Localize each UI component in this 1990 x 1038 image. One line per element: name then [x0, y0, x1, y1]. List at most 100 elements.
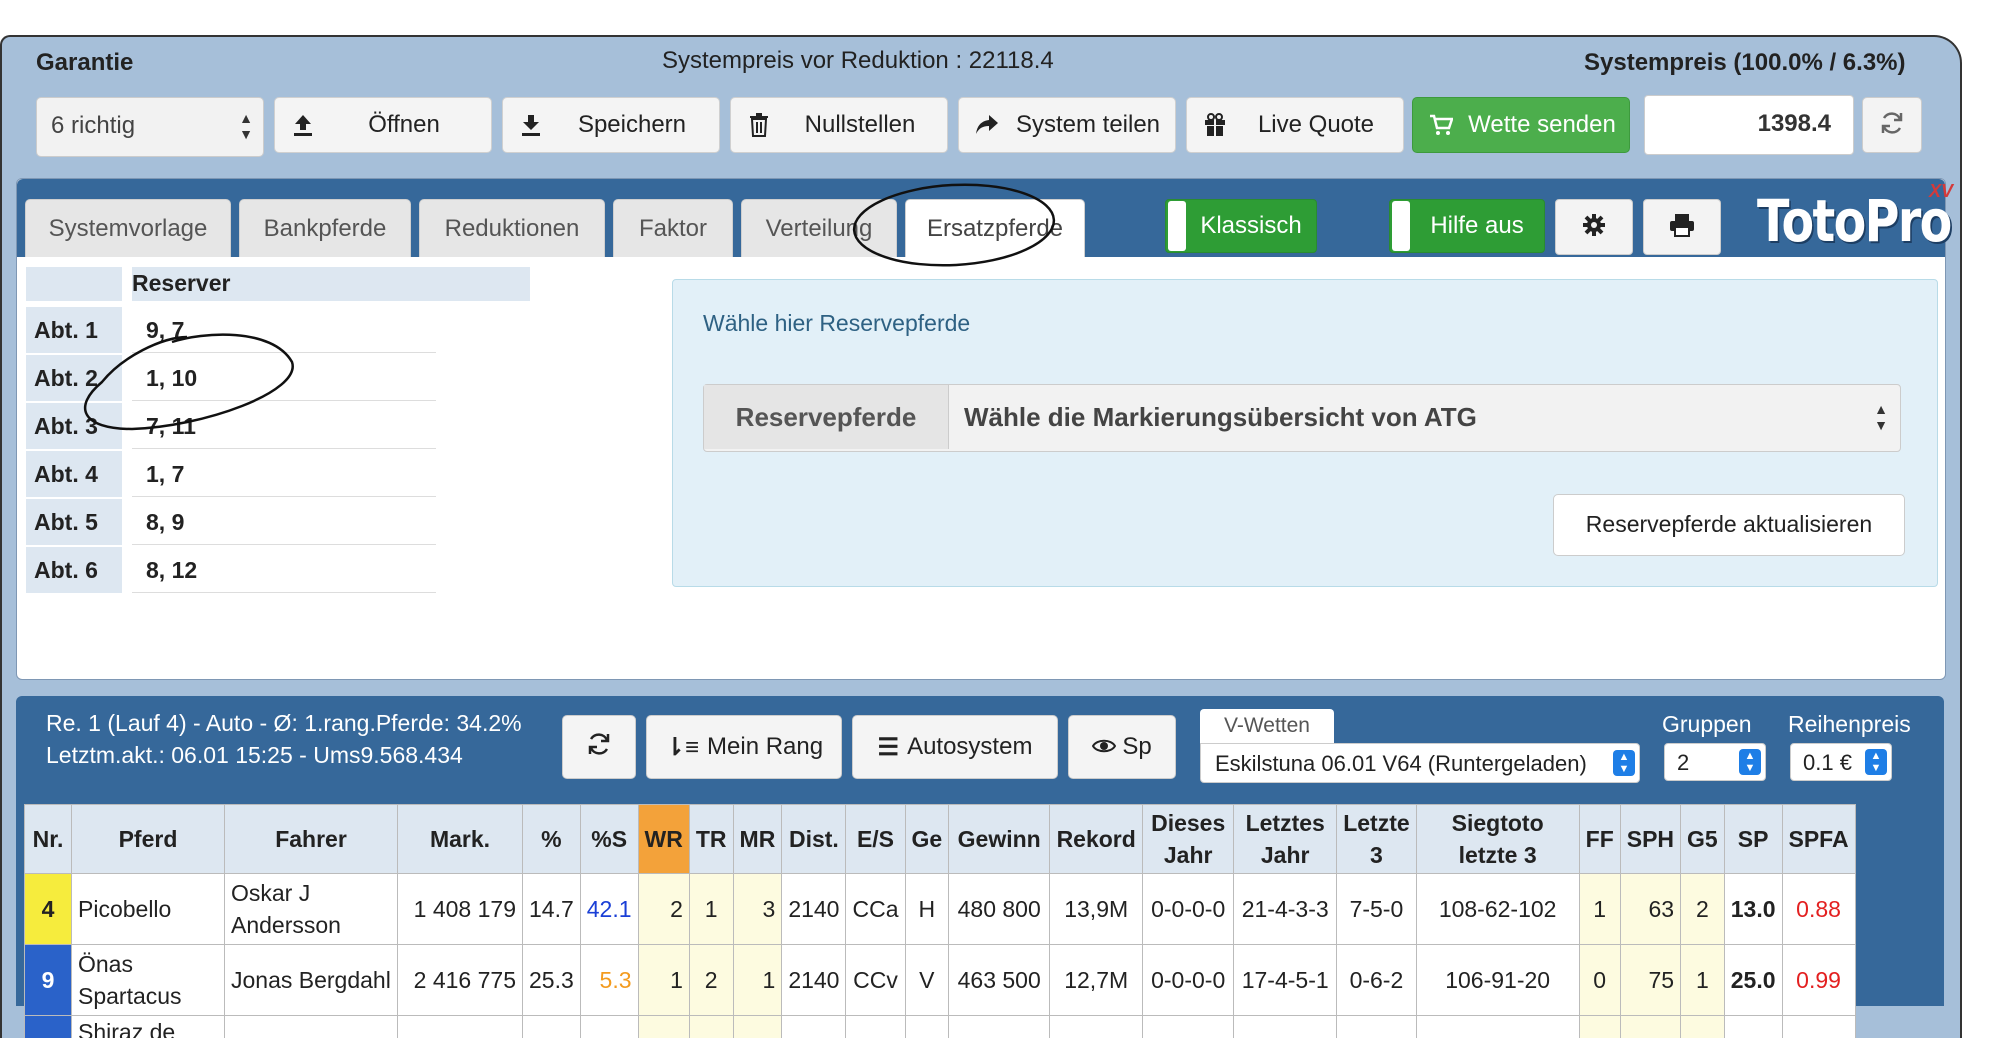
col-header[interactable]: SPH: [1620, 805, 1680, 874]
col-header[interactable]: MR: [733, 805, 782, 874]
driver-name: [225, 1016, 398, 1038]
cell-sph: 63: [1620, 874, 1680, 945]
col-header[interactable]: Gewinn: [949, 805, 1050, 874]
col-header[interactable]: Dist.: [782, 805, 846, 874]
sp-button[interactable]: Sp: [1068, 715, 1176, 779]
driver-name: Oskar J Andersson: [225, 874, 398, 945]
cell-es: CCv: [846, 945, 905, 1016]
cell-tr: 2: [689, 945, 733, 1016]
cell-mr: [733, 1016, 782, 1038]
cell-pcts: [580, 1016, 638, 1038]
cell-g5: [1681, 1016, 1725, 1038]
col-header[interactable]: SP: [1724, 805, 1782, 874]
cell-dieses-jahr: 0-0-0-0: [1143, 945, 1234, 1016]
cell-ge: [905, 1016, 949, 1038]
horse-number: 7: [25, 1016, 72, 1038]
col-header[interactable]: Pferd: [72, 805, 225, 874]
cell-g5: 2: [1681, 874, 1725, 945]
cell-letztes-jahr: [1234, 1016, 1337, 1038]
ersatzpferde-circle: [852, 180, 1056, 270]
cell-dieses-jahr: [1143, 1016, 1234, 1038]
cell-dist: [782, 1016, 846, 1038]
col-header[interactable]: FF: [1579, 805, 1620, 874]
cell-sp: 13.0: [1724, 874, 1782, 945]
cell-spfa: 0.88: [1782, 874, 1855, 945]
cell-mark: 1 408 179: [398, 874, 523, 945]
cell-letzte-3: 7-5-0: [1337, 874, 1416, 945]
col-header[interactable]: Ge: [905, 805, 949, 874]
autosystem-button[interactable]: ☰ Autosystem: [852, 715, 1058, 779]
col-header[interactable]: E/S: [846, 805, 905, 874]
gruppen-value: 2: [1677, 750, 1689, 776]
col-header[interactable]: %S: [580, 805, 638, 874]
vwetten-tab[interactable]: V-Wetten: [1200, 709, 1334, 743]
horse-table: Nr. Pferd Fahrer Mark. % %S WR TR MR Dis…: [24, 804, 1856, 1038]
cell-ff: [1579, 1016, 1620, 1038]
cell-wr: 2: [638, 874, 689, 945]
cell-dist: 2140: [782, 945, 846, 1016]
cell-rekord: 13,9M: [1050, 874, 1143, 945]
cell-ff: 1: [1579, 874, 1620, 945]
reserve-circle: [85, 335, 293, 429]
sort-rank-icon: ⇂≡: [665, 733, 699, 762]
col-header[interactable]: Fahrer: [225, 805, 398, 874]
cell-ge: H: [905, 874, 949, 945]
race-refresh-button[interactable]: [562, 715, 636, 779]
col-header[interactable]: TR: [689, 805, 733, 874]
col-header[interactable]: %: [523, 805, 581, 874]
cell-siegtoto: [1416, 1016, 1579, 1038]
cell-dieses-jahr: 0-0-0-0: [1143, 874, 1234, 945]
cell-pct: 25.3: [523, 945, 581, 1016]
col-header[interactable]: SPFA: [1782, 805, 1855, 874]
cell-ge: V: [905, 945, 949, 1016]
cell-mr: 3: [733, 874, 782, 945]
gruppen-label: Gruppen: [1662, 711, 1752, 738]
cell-sp: 25.0: [1724, 945, 1782, 1016]
select-arrows-icon: ▲▼: [1739, 749, 1761, 775]
cell-mark: 2 416 775: [398, 945, 523, 1016]
cell-siegtoto: 106-91-20: [1416, 945, 1579, 1016]
table-header-row: Nr. Pferd Fahrer Mark. % %S WR TR MR Dis…: [25, 805, 1856, 874]
cell-siegtoto: 108-62-102: [1416, 874, 1579, 945]
cell-pct: [523, 1016, 581, 1038]
cell-gewinn: 463 500: [949, 945, 1050, 1016]
cell-tr: [689, 1016, 733, 1038]
col-header[interactable]: Letzte 3: [1337, 805, 1416, 874]
table-row[interactable]: 9 Önas Spartacus Jonas Bergdahl 2 416 77…: [25, 945, 1856, 1016]
cell-pcts: 5.3: [580, 945, 638, 1016]
cell-letzte-3: [1337, 1016, 1416, 1038]
gruppen-select[interactable]: 2 ▲▼: [1664, 743, 1766, 781]
autosystem-label: Autosystem: [907, 733, 1032, 761]
col-header[interactable]: Dieses Jahr: [1143, 805, 1234, 874]
table-row[interactable]: 4 Picobello Oskar J Andersson 1 408 179 …: [25, 874, 1856, 945]
race-info-line1: Re. 1 (Lauf 4) - Auto - Ø: 1.rang.Pferde…: [46, 710, 522, 737]
select-arrows-icon: ▲▼: [1865, 749, 1887, 775]
vwetten-select[interactable]: Eskilstuna 06.01 V64 (Runtergeladen) ▲▼: [1200, 743, 1640, 783]
col-header[interactable]: Rekord: [1050, 805, 1143, 874]
reihenpreis-label: Reihenpreis: [1788, 711, 1911, 738]
cell-dist: 2140: [782, 874, 846, 945]
cell-es: [846, 1016, 905, 1038]
col-header[interactable]: G5: [1681, 805, 1725, 874]
cell-gewinn: 480 800: [949, 874, 1050, 945]
col-header[interactable]: Siegtoto letzte 3: [1416, 805, 1579, 874]
col-header[interactable]: WR: [638, 805, 689, 874]
cell-mark: [398, 1016, 523, 1038]
cell-pcts: 42.1: [580, 874, 638, 945]
col-header[interactable]: Letztes Jahr: [1234, 805, 1337, 874]
cell-sph: [1620, 1016, 1680, 1038]
cell-sph: 75: [1620, 945, 1680, 1016]
cell-letztes-jahr: 17-4-5-1: [1234, 945, 1337, 1016]
list-icon: ☰: [878, 733, 900, 762]
cell-rekord: [1050, 1016, 1143, 1038]
reihenpreis-select[interactable]: 0.1 € ▲▼: [1790, 743, 1892, 781]
table-row[interactable]: 7 Shiraz de: [25, 1016, 1856, 1038]
cell-mr: 1: [733, 945, 782, 1016]
my-rank-button[interactable]: ⇂≡ Mein Rang: [646, 715, 842, 779]
sp-label: Sp: [1122, 733, 1151, 761]
eye-icon: [1092, 733, 1116, 761]
col-header[interactable]: Nr.: [25, 805, 72, 874]
cell-letzte-3: 0-6-2: [1337, 945, 1416, 1016]
cell-wr: [638, 1016, 689, 1038]
col-header[interactable]: Mark.: [398, 805, 523, 874]
